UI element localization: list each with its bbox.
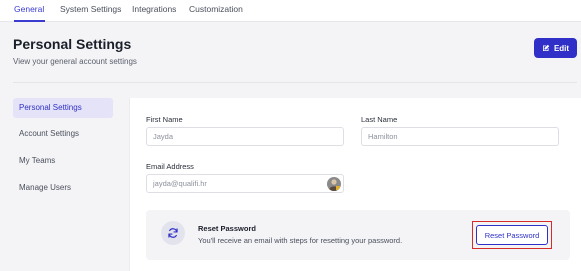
reset-password-title: Reset Password <box>198 224 256 233</box>
edit-button-label: Edit <box>553 43 570 53</box>
reset-password-button[interactable]: Reset Password <box>476 225 548 245</box>
edit-icon <box>542 44 550 52</box>
last-name-field[interactable]: Hamilton <box>361 127 559 146</box>
edit-button[interactable]: Edit <box>534 38 577 58</box>
avatar <box>327 177 341 191</box>
tab-general[interactable]: General <box>14 3 45 22</box>
tabs-bar: General System Settings Integrations Cus… <box>0 0 581 22</box>
last-name-label: Last Name <box>361 115 398 124</box>
sidebar-item-my-teams[interactable]: My Teams <box>13 151 113 171</box>
tab-integrations[interactable]: Integrations <box>132 3 176 22</box>
refresh-icon <box>161 221 185 245</box>
email-field[interactable]: jayda@qualifi.hr <box>146 174 344 193</box>
sidebar-item-account-settings[interactable]: Account Settings <box>13 124 113 144</box>
page-title: Personal Settings <box>13 36 132 52</box>
sidebar-item-personal-settings[interactable]: Personal Settings <box>13 98 113 118</box>
tab-system-settings[interactable]: System Settings <box>60 3 121 22</box>
page-subtitle: View your general account settings <box>13 57 137 66</box>
reset-password-description: You'll receive an email with steps for r… <box>198 236 403 245</box>
email-label: Email Address <box>146 162 194 171</box>
divider <box>13 82 577 83</box>
sidebar-item-manage-users[interactable]: Manage Users <box>13 178 113 198</box>
tab-customization[interactable]: Customization <box>189 3 243 22</box>
first-name-label: First Name <box>146 115 183 124</box>
first-name-field[interactable]: Jayda <box>146 127 344 146</box>
